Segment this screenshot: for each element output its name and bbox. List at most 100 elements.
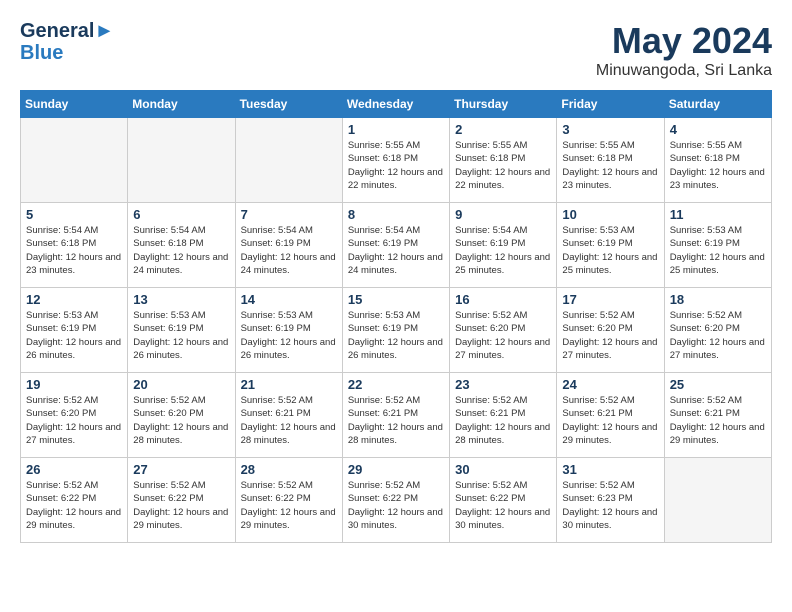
calendar-day-cell: 5 Sunrise: 5:54 AMSunset: 6:18 PMDaylight… [21,203,128,288]
calendar-table: SundayMondayTuesdayWednesdayThursdayFrid… [20,90,772,543]
day-number: 26 [26,462,122,477]
day-info: Sunrise: 5:52 AMSunset: 6:20 PMDaylight:… [26,394,122,447]
day-info: Sunrise: 5:53 AMSunset: 6:19 PMDaylight:… [241,309,337,362]
calendar-day-cell [664,458,771,543]
calendar-week-row: 5 Sunrise: 5:54 AMSunset: 6:18 PMDaylight… [21,203,772,288]
calendar-day-cell: 30 Sunrise: 5:52 AMSunset: 6:22 PMDayligh… [450,458,557,543]
day-of-week-header: Sunday [21,91,128,118]
calendar-day-cell: 9 Sunrise: 5:54 AMSunset: 6:19 PMDaylight… [450,203,557,288]
day-info: Sunrise: 5:55 AMSunset: 6:18 PMDaylight:… [455,139,551,192]
day-number: 15 [348,292,444,307]
day-info: Sunrise: 5:55 AMSunset: 6:18 PMDaylight:… [562,139,658,192]
calendar-day-cell: 21 Sunrise: 5:52 AMSunset: 6:21 PMDayligh… [235,373,342,458]
calendar-day-cell: 6 Sunrise: 5:54 AMSunset: 6:18 PMDaylight… [128,203,235,288]
day-info: Sunrise: 5:53 AMSunset: 6:19 PMDaylight:… [562,224,658,277]
calendar-day-cell [235,118,342,203]
day-of-week-header: Friday [557,91,664,118]
calendar-day-cell: 7Sunrise: 5:54 AMSunset: 6:19 PMDaylight… [235,203,342,288]
day-number: 10 [562,207,658,222]
day-number: 22 [348,377,444,392]
calendar-day-cell: 29 Sunrise: 5:52 AMSunset: 6:22 PMDayligh… [342,458,449,543]
day-of-week-header: Saturday [664,91,771,118]
calendar-week-row: 12 Sunrise: 5:53 AMSunset: 6:19 PMDayligh… [21,288,772,373]
day-number: 18 [670,292,766,307]
day-number: 28 [241,462,337,477]
calendar-day-cell: 15 Sunrise: 5:53 AMSunset: 6:19 PMDayligh… [342,288,449,373]
day-info: Sunrise: 5:52 AMSunset: 6:23 PMDaylight:… [562,479,658,532]
day-info: Sunrise: 5:52 AMSunset: 6:21 PMDaylight:… [348,394,444,447]
day-number: 14 [241,292,337,307]
day-number: 6 [133,207,229,222]
day-info: Sunrise: 5:52 AMSunset: 6:21 PMDaylight:… [670,394,766,447]
calendar-day-cell: 23 Sunrise: 5:52 AMSunset: 6:21 PMDayligh… [450,373,557,458]
day-number: 23 [455,377,551,392]
day-of-week-header: Thursday [450,91,557,118]
calendar-week-row: 19 Sunrise: 5:52 AMSunset: 6:20 PMDayligh… [21,373,772,458]
day-number: 19 [26,377,122,392]
calendar-day-cell: 8 Sunrise: 5:54 AMSunset: 6:19 PMDaylight… [342,203,449,288]
calendar-day-cell: 16 Sunrise: 5:52 AMSunset: 6:20 PMDayligh… [450,288,557,373]
calendar-day-cell: 13 Sunrise: 5:53 AMSunset: 6:19 PMDayligh… [128,288,235,373]
day-number: 20 [133,377,229,392]
day-info: Sunrise: 5:54 AMSunset: 6:18 PMDaylight:… [26,224,122,277]
day-number: 31 [562,462,658,477]
day-info: Sunrise: 5:52 AMSunset: 6:22 PMDaylight:… [455,479,551,532]
calendar-day-cell: 1 Sunrise: 5:55 AMSunset: 6:18 PMDaylight… [342,118,449,203]
day-info: Sunrise: 5:54 AMSunset: 6:19 PMDaylight:… [455,224,551,277]
day-number: 3 [562,122,658,137]
day-number: 21 [241,377,337,392]
day-number: 16 [455,292,551,307]
day-number: 8 [348,207,444,222]
day-number: 12 [26,292,122,307]
day-number: 13 [133,292,229,307]
calendar-day-cell: 27 Sunrise: 5:52 AMSunset: 6:22 PMDayligh… [128,458,235,543]
logo-subtext: Blue [20,42,114,64]
day-info: Sunrise: 5:54 AMSunset: 6:18 PMDaylight:… [133,224,229,277]
day-number: 25 [670,377,766,392]
day-info: Sunrise: 5:52 AMSunset: 6:20 PMDaylight:… [562,309,658,362]
day-info: Sunrise: 5:54 AMSunset: 6:19 PMDaylight:… [348,224,444,277]
calendar-day-cell: 2Sunrise: 5:55 AMSunset: 6:18 PMDaylight… [450,118,557,203]
calendar-header-row: SundayMondayTuesdayWednesdayThursdayFrid… [21,91,772,118]
calendar-day-cell: 17Sunrise: 5:52 AMSunset: 6:20 PMDayligh… [557,288,664,373]
day-number: 1 [348,122,444,137]
day-number: 27 [133,462,229,477]
location: Minuwangoda, Sri Lanka [596,62,772,80]
day-number: 4 [670,122,766,137]
day-info: Sunrise: 5:52 AMSunset: 6:20 PMDaylight:… [133,394,229,447]
calendar-day-cell: 28 Sunrise: 5:52 AMSunset: 6:22 PMDayligh… [235,458,342,543]
day-info: Sunrise: 5:52 AMSunset: 6:20 PMDaylight:… [455,309,551,362]
day-info: Sunrise: 5:52 AMSunset: 6:21 PMDaylight:… [455,394,551,447]
day-info: Sunrise: 5:52 AMSunset: 6:20 PMDaylight:… [670,309,766,362]
day-info: Sunrise: 5:52 AMSunset: 6:22 PMDaylight:… [133,479,229,532]
day-number: 30 [455,462,551,477]
day-number: 9 [455,207,551,222]
month-title: May 2024 [596,20,772,62]
day-number: 5 [26,207,122,222]
calendar-day-cell: 3 Sunrise: 5:55 AMSunset: 6:18 PMDaylight… [557,118,664,203]
day-info: Sunrise: 5:52 AMSunset: 6:21 PMDaylight:… [562,394,658,447]
calendar-day-cell: 31 Sunrise: 5:52 AMSunset: 6:23 PMDayligh… [557,458,664,543]
calendar-day-cell: 26Sunrise: 5:52 AMSunset: 6:22 PMDayligh… [21,458,128,543]
day-of-week-header: Tuesday [235,91,342,118]
day-info: Sunrise: 5:53 AMSunset: 6:19 PMDaylight:… [133,309,229,362]
calendar-day-cell: 18 Sunrise: 5:52 AMSunset: 6:20 PMDayligh… [664,288,771,373]
calendar-day-cell: 4Sunrise: 5:55 AMSunset: 6:18 PMDaylight… [664,118,771,203]
calendar-day-cell: 25 Sunrise: 5:52 AMSunset: 6:21 PMDayligh… [664,373,771,458]
calendar-day-cell: 14 Sunrise: 5:53 AMSunset: 6:19 PMDayligh… [235,288,342,373]
calendar-day-cell: 12Sunrise: 5:53 AMSunset: 6:19 PMDayligh… [21,288,128,373]
day-info: Sunrise: 5:52 AMSunset: 6:22 PMDaylight:… [241,479,337,532]
day-number: 7 [241,207,337,222]
day-info: Sunrise: 5:52 AMSunset: 6:22 PMDaylight:… [348,479,444,532]
day-info: Sunrise: 5:55 AMSunset: 6:18 PMDaylight:… [348,139,444,192]
calendar-day-cell: 20 Sunrise: 5:52 AMSunset: 6:20 PMDayligh… [128,373,235,458]
day-info: Sunrise: 5:52 AMSunset: 6:21 PMDaylight:… [241,394,337,447]
day-info: Sunrise: 5:53 AMSunset: 6:19 PMDaylight:… [670,224,766,277]
day-number: 29 [348,462,444,477]
calendar-day-cell [21,118,128,203]
day-info: Sunrise: 5:53 AMSunset: 6:19 PMDaylight:… [348,309,444,362]
page-header: General► Blue May 2024 Minuwangoda, Sri … [20,20,772,80]
calendar-day-cell [128,118,235,203]
day-of-week-header: Monday [128,91,235,118]
calendar-day-cell: 22 Sunrise: 5:52 AMSunset: 6:21 PMDayligh… [342,373,449,458]
